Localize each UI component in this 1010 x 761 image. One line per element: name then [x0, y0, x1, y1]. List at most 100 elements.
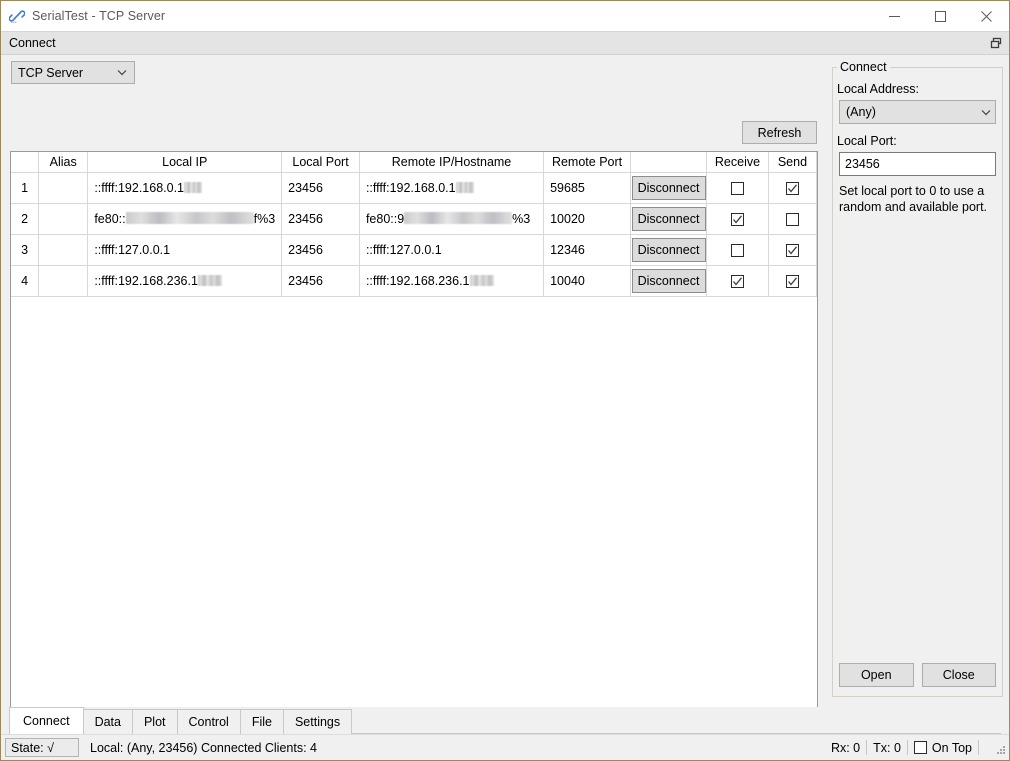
column-header-action[interactable]	[630, 152, 706, 173]
maximize-button[interactable]	[917, 1, 963, 31]
local-port-label: Local Port:	[837, 134, 1002, 148]
close-connection-button[interactable]: Close	[922, 663, 997, 687]
tab-control[interactable]: Control	[177, 709, 241, 734]
cell-remote-port[interactable]: 10040	[544, 266, 631, 297]
minimize-button[interactable]	[871, 1, 917, 31]
column-header-remote-port[interactable]: Remote Port	[544, 152, 631, 173]
cell-alias[interactable]	[39, 204, 88, 235]
cell-local-ip[interactable]: fe80::f%3	[88, 204, 282, 235]
protocol-select-value: TCP Server	[18, 66, 114, 80]
redacted-text	[404, 212, 512, 224]
cell-send[interactable]	[768, 266, 816, 297]
cell-remote-ip[interactable]: fe80::9%3	[359, 204, 543, 235]
cell-remote-port[interactable]: 12346	[544, 235, 631, 266]
cell-local-port[interactable]: 23456	[282, 235, 360, 266]
send-checkbox[interactable]	[786, 182, 799, 195]
column-header-local-ip[interactable]: Local IP	[88, 152, 282, 173]
on-top-checkbox[interactable]	[914, 741, 927, 754]
cell-remote-ip[interactable]: ::ffff:192.168.0.1	[359, 173, 543, 204]
row-index[interactable]: 2	[11, 204, 39, 235]
title-bar: SerialTest - TCP Server	[1, 1, 1009, 31]
cell-send[interactable]	[768, 204, 816, 235]
redacted-text	[198, 275, 222, 286]
plug-link-icon	[9, 8, 25, 24]
cell-remote-port[interactable]: 59685	[544, 173, 631, 204]
restore-panel-icon[interactable]	[989, 36, 1003, 50]
tab-plot[interactable]: Plot	[132, 709, 178, 734]
table-row[interactable]: 4::ffff:192.168.236.123456::ffff:192.168…	[11, 266, 817, 297]
cell-local-ip[interactable]: ::ffff:127.0.0.1	[88, 235, 282, 266]
local-address-value: (Any)	[846, 105, 977, 119]
column-header-local-port[interactable]: Local Port	[282, 152, 360, 173]
local-port-hint: Set local port to 0 to use a random and …	[839, 183, 994, 215]
redacted-text	[184, 182, 202, 193]
cell-action: Disconnect	[630, 266, 706, 297]
close-button[interactable]	[963, 1, 1009, 31]
status-bar: State: √ Local: (Any, 23456) Connected C…	[1, 734, 1009, 760]
local-address-select[interactable]: (Any)	[839, 100, 996, 124]
protocol-select[interactable]: TCP Server	[11, 61, 135, 84]
send-checkbox[interactable]	[786, 275, 799, 288]
table-row[interactable]: 3::ffff:127.0.0.123456::ffff:127.0.0.112…	[11, 235, 817, 266]
cell-local-ip[interactable]: ::ffff:192.168.0.1	[88, 173, 282, 204]
local-port-input[interactable]: 23456	[839, 152, 996, 176]
cell-receive[interactable]	[707, 173, 769, 204]
tab-bar: ConnectDataPlotControlFileSettings	[1, 707, 1009, 734]
tab-file[interactable]: File	[240, 709, 284, 734]
cell-local-port[interactable]: 23456	[282, 173, 360, 204]
disconnect-button[interactable]: Disconnect	[632, 176, 706, 200]
column-header-index[interactable]	[11, 152, 39, 173]
left-pane: TCP Server Refresh Alias Local IP Local …	[1, 55, 827, 707]
refresh-button[interactable]: Refresh	[742, 121, 817, 144]
status-state: State: √	[5, 738, 79, 757]
receive-checkbox[interactable]	[731, 182, 744, 195]
cell-remote-port[interactable]: 10020	[544, 204, 631, 235]
tab-connect[interactable]: Connect	[9, 707, 84, 734]
menu-bar: Connect	[1, 31, 1009, 55]
cell-alias[interactable]	[39, 173, 88, 204]
cell-receive[interactable]	[707, 266, 769, 297]
column-header-alias[interactable]: Alias	[39, 152, 88, 173]
cell-local-port[interactable]: 23456	[282, 266, 360, 297]
send-checkbox[interactable]	[786, 244, 799, 257]
column-header-receive[interactable]: Receive	[707, 152, 769, 173]
row-index[interactable]: 3	[11, 235, 39, 266]
cell-local-ip[interactable]: ::ffff:192.168.236.1	[88, 266, 282, 297]
cell-remote-ip[interactable]: ::ffff:127.0.0.1	[359, 235, 543, 266]
open-button[interactable]: Open	[839, 663, 914, 687]
table-row[interactable]: 1::ffff:192.168.0.123456::ffff:192.168.0…	[11, 173, 817, 204]
column-header-remote-ip[interactable]: Remote IP/Hostname	[359, 152, 543, 173]
local-address-label: Local Address:	[837, 82, 1002, 96]
cell-local-port[interactable]: 23456	[282, 204, 360, 235]
resize-grip[interactable]	[993, 742, 1005, 754]
cell-alias[interactable]	[39, 266, 88, 297]
disconnect-button[interactable]: Disconnect	[632, 207, 706, 231]
receive-checkbox[interactable]	[731, 213, 744, 226]
tab-settings[interactable]: Settings	[283, 709, 352, 734]
cell-receive[interactable]	[707, 235, 769, 266]
table-row[interactable]: 2 fe80::f%323456fe80::9%310020Disconnect	[11, 204, 817, 235]
cell-send[interactable]	[768, 235, 816, 266]
column-header-send[interactable]: Send	[768, 152, 816, 173]
body-area: TCP Server Refresh Alias Local IP Local …	[1, 55, 1009, 707]
row-index[interactable]: 1	[11, 173, 39, 204]
disconnect-button[interactable]: Disconnect	[632, 238, 706, 262]
cell-send[interactable]	[768, 173, 816, 204]
cell-remote-ip[interactable]: ::ffff:192.168.236.1	[359, 266, 543, 297]
send-checkbox[interactable]	[786, 213, 799, 226]
status-divider	[978, 740, 979, 755]
connections-table[interactable]: Alias Local IP Local Port Remote IP/Host…	[10, 151, 818, 752]
cell-alias[interactable]	[39, 235, 88, 266]
connections-table-element: Alias Local IP Local Port Remote IP/Host…	[11, 152, 817, 297]
receive-checkbox[interactable]	[731, 244, 744, 257]
application-window: SerialTest - TCP Server Connect	[0, 0, 1010, 761]
row-index[interactable]: 4	[11, 266, 39, 297]
menu-item-connect[interactable]: Connect	[1, 32, 64, 54]
disconnect-button[interactable]: Disconnect	[632, 269, 706, 293]
cell-action: Disconnect	[630, 235, 706, 266]
status-divider	[907, 740, 908, 755]
cell-receive[interactable]	[707, 204, 769, 235]
sidebar-action-buttons: Open Close	[839, 663, 996, 687]
tab-data[interactable]: Data	[83, 709, 133, 734]
receive-checkbox[interactable]	[731, 275, 744, 288]
